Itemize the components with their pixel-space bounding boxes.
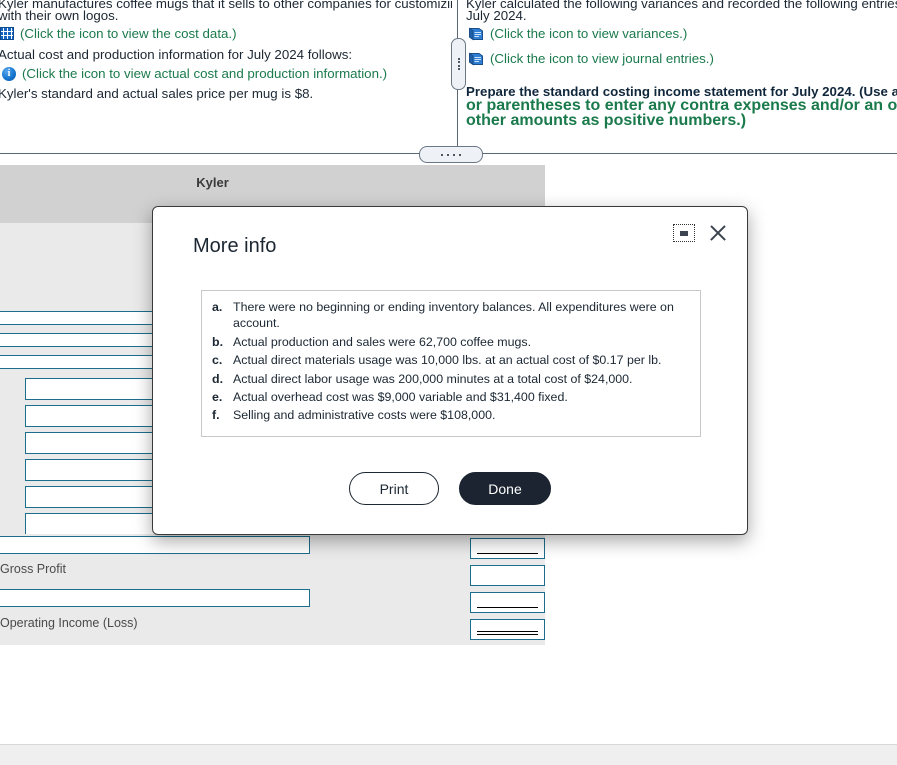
variances-link-row[interactable]: (Click the icon to view variances.) <box>468 24 687 44</box>
list-item: a. There were no beginning or ending inv… <box>212 299 690 332</box>
journal-entries-link-label[interactable]: (Click the icon to view journal entries.… <box>490 49 714 69</box>
amount-input-field[interactable] <box>470 619 545 640</box>
list-item: b. Actual production and sales were 62,7… <box>212 334 690 350</box>
list-item-text: Actual direct materials usage was 10,000… <box>233 353 662 368</box>
list-item-text: Selling and administrative costs were $1… <box>233 408 496 423</box>
journal-entries-link-row[interactable]: (Click the icon to view journal entries.… <box>468 49 714 69</box>
bottom-bar <box>0 745 897 765</box>
list-item-text: There were no beginning or ending invent… <box>233 300 674 331</box>
list-item-marker: c. <box>212 353 223 368</box>
dialog-actions: Print Done <box>153 472 747 505</box>
amount-input-field[interactable] <box>470 592 545 613</box>
table-grid-icon[interactable] <box>0 27 14 40</box>
intro-line-2: with their own logos. <box>0 8 119 23</box>
gross-profit-input-row[interactable] <box>0 536 310 554</box>
info-items: a. There were no beginning or ending inv… <box>212 299 690 424</box>
dialog-title: More info <box>193 235 277 257</box>
actual-info-line: Actual cost and production information f… <box>0 47 353 62</box>
requirement-line-3: other amounts as positive numbers.) <box>466 112 747 129</box>
list-item-text: Actual direct labor usage was 200,000 mi… <box>233 371 633 386</box>
list-item: e. Actual overhead cost was $9,000 varia… <box>212 389 690 405</box>
close-icon[interactable] <box>707 222 729 244</box>
operating-income-input-row[interactable] <box>0 589 310 607</box>
gross-profit-label: Gross Profit <box>0 562 66 576</box>
list-item-marker: e. <box>212 390 223 405</box>
list-item-marker: a. <box>212 300 223 314</box>
list-item-marker: d. <box>212 371 224 386</box>
sales-price-line: Kyler's standard and actual sales price … <box>0 86 314 101</box>
company-title: Kyler <box>196 175 229 190</box>
problem-right-panel: Kyler calculated the following variances… <box>462 0 897 155</box>
dialog-window-buttons <box>673 222 729 244</box>
info-list-box: a. There were no beginning or ending inv… <box>201 290 701 437</box>
list-item: d. Actual direct labor usage was 200,000… <box>212 371 690 387</box>
list-item-marker: b. <box>212 334 224 349</box>
info-circle-icon[interactable]: i <box>2 67 16 81</box>
right-intro-line-2: July 2024. <box>466 8 527 23</box>
right-intro-line-1: Kyler calculated the following variances… <box>466 0 897 11</box>
list-item-marker: f. <box>212 408 220 423</box>
amount-input-field[interactable] <box>470 538 545 559</box>
more-info-dialog: More info a. There were no beginning or … <box>152 206 748 535</box>
book-icon[interactable] <box>468 52 484 66</box>
problem-area: Kyler manufactures coffee mugs that it s… <box>0 0 897 163</box>
operating-income-label: Operating Income (Loss) <box>0 616 138 630</box>
list-item-text: Actual overhead cost was $9,000 variable… <box>233 390 568 405</box>
list-item-text: Actual production and sales were 62,700 … <box>233 334 532 349</box>
actual-info-link-row[interactable]: i (Click the icon to view actual cost an… <box>2 64 387 84</box>
variances-link-label[interactable]: (Click the icon to view variances.) <box>490 24 687 44</box>
horizontal-splitter-handle[interactable] <box>419 146 483 163</box>
minimize-icon[interactable] <box>673 224 695 242</box>
list-item: f. Selling and administrative costs were… <box>212 407 690 423</box>
list-item: c. Actual direct materials usage was 10,… <box>212 352 690 368</box>
print-button[interactable]: Print <box>349 472 439 505</box>
amount-input-field[interactable] <box>470 565 545 586</box>
done-button[interactable]: Done <box>459 472 551 505</box>
book-icon[interactable] <box>468 27 484 41</box>
vertical-splitter-handle[interactable] <box>451 38 466 90</box>
actual-info-link-label[interactable]: (Click the icon to view actual cost and … <box>22 64 387 84</box>
cost-data-link-label[interactable]: (Click the icon to view the cost data.) <box>20 24 237 44</box>
screen: Kyler manufactures coffee mugs that it s… <box>0 0 897 765</box>
cost-data-link-row[interactable]: (Click the icon to view the cost data.) <box>0 24 237 44</box>
problem-left-panel: Kyler manufactures coffee mugs that it s… <box>0 0 452 155</box>
